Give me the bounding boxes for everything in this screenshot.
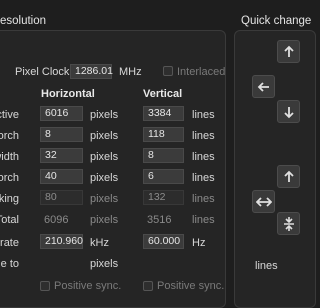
row-label-total: Total (0, 214, 19, 226)
vertical-header: Vertical (143, 88, 183, 100)
expand-vertical-button[interactable] (277, 165, 300, 188)
h-positive-sync-label: Positive sync. (54, 280, 122, 292)
v-back-porch-input[interactable]: 6 (143, 169, 184, 184)
h-total-value: 6096 (44, 214, 69, 226)
arrow-left-right-icon (255, 196, 272, 207)
h-total-unit: pixels (90, 214, 119, 226)
v-rate-input[interactable]: 60.000 (143, 234, 184, 249)
expand-horizontal-button[interactable] (252, 190, 275, 213)
pixel-clock-unit: MHz (119, 66, 142, 78)
arrows-inward-icon (283, 216, 294, 231)
row-label-active: ctive (0, 109, 19, 121)
h-back-porch-input[interactable]: 40 (40, 169, 83, 184)
h-rate-input[interactable]: 210.960 (40, 234, 83, 249)
row-label-blanking: nking (0, 193, 19, 205)
v-total-value: 3516 (147, 214, 172, 226)
h-scale-unit: pixels (90, 258, 119, 270)
h-front-porch-unit: pixels (90, 130, 119, 142)
h-blanking-value: 80 (40, 190, 83, 205)
v-active-unit: lines (192, 109, 215, 121)
shrink-vertical-button[interactable] (277, 212, 300, 235)
v-sync-width-input[interactable]: 8 (143, 148, 184, 163)
v-active-input[interactable]: 3384 (143, 106, 184, 121)
h-active-input[interactable]: 6016 (40, 106, 83, 121)
v-front-porch-input[interactable]: 118 (143, 127, 184, 142)
pixel-clock-label: Pixel Clock: (15, 66, 73, 78)
v-back-porch-unit: lines (192, 172, 215, 184)
v-total-unit: lines (192, 214, 215, 226)
v-positive-sync-label: Positive sync. (157, 280, 225, 292)
h-positive-sync-checkbox[interactable] (40, 281, 50, 291)
h-sync-width-unit: pixels (90, 151, 119, 163)
row-label-scale-to: le to (0, 258, 19, 270)
row-label-front-porch: orch (0, 130, 19, 142)
v-blanking-value: 132 (143, 190, 184, 205)
move-down-button[interactable] (277, 100, 300, 123)
quick-change-title: Quick change (241, 15, 312, 27)
h-sync-width-input[interactable]: 32 (40, 148, 83, 163)
move-left-button[interactable] (252, 75, 275, 98)
v-rate-unit: Hz (192, 237, 206, 249)
v-positive-sync-checkbox[interactable] (143, 281, 153, 291)
v-front-porch-unit: lines (192, 130, 215, 142)
row-label-refresh-rate: rate (0, 237, 19, 249)
move-up-button[interactable] (277, 40, 300, 63)
h-front-porch-input[interactable]: 8 (40, 127, 83, 142)
h-blanking-unit: pixels (90, 193, 119, 205)
quick-change-lines-label: lines (255, 260, 278, 272)
h-rate-unit: kHz (90, 237, 109, 249)
resolution-section-title: esolution (0, 15, 47, 27)
interlaced-label: Interlaced (177, 66, 226, 78)
arrow-up-icon (283, 45, 294, 57)
arrow-down-icon (283, 106, 294, 118)
pixel-clock-input[interactable]: 1286.01 (70, 64, 113, 79)
h-active-unit: pixels (90, 109, 119, 121)
h-back-porch-unit: pixels (90, 172, 119, 184)
arrow-up-icon (283, 170, 294, 182)
interlaced-checkbox[interactable] (163, 66, 173, 76)
row-label-back-porch: orch (0, 172, 19, 184)
arrow-left-icon (257, 81, 269, 92)
horizontal-header: Horizontal (41, 88, 95, 100)
row-label-sync-width: width (0, 151, 19, 163)
v-sync-width-unit: lines (192, 151, 215, 163)
v-blanking-unit: lines (192, 193, 215, 205)
